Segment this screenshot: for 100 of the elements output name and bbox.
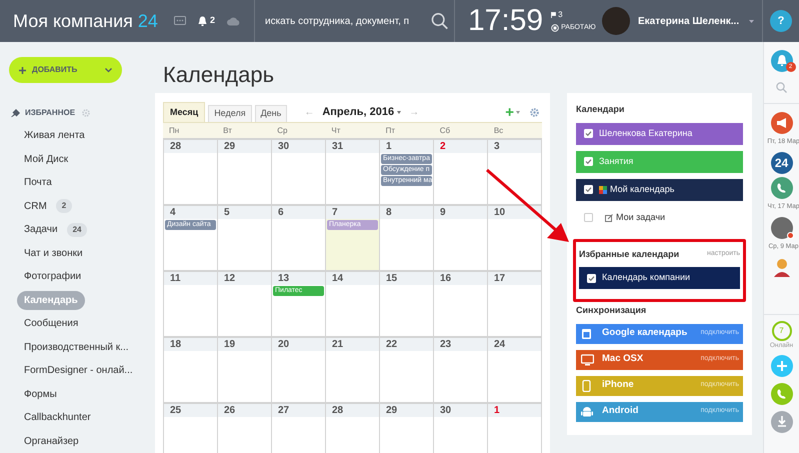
phone-icon[interactable]: [770, 176, 792, 199]
calendar-item[interactable]: Мой календарь: [576, 178, 743, 200]
plus-icon[interactable]: [770, 355, 792, 377]
day-cell[interactable]: 6: [272, 204, 326, 270]
company-logo[interactable]: Моя компания 24: [13, 8, 158, 34]
page-title: Календарь: [163, 61, 276, 89]
day-cell[interactable]: 24: [488, 336, 542, 402]
view-tab[interactable]: День: [254, 105, 288, 122]
day-number: 7: [326, 206, 379, 219]
day-cell[interactable]: 31: [326, 138, 380, 204]
day-cell[interactable]: 22: [380, 336, 434, 402]
search-icon[interactable]: [430, 12, 448, 30]
day-number: 28: [326, 404, 379, 417]
megaphone-icon[interactable]: [770, 112, 792, 134]
day-cell[interactable]: 11: [164, 270, 218, 336]
sidebar-item[interactable]: Формы: [17, 384, 64, 404]
chevron-down-icon: [105, 68, 112, 72]
calendar-icon: [581, 328, 594, 340]
day-number: 20: [272, 338, 325, 351]
month-selector[interactable]: Апрель, 2016: [322, 104, 402, 120]
sidebar-item[interactable]: Фотографии: [17, 267, 88, 286]
day-cell[interactable]: 10: [488, 204, 542, 270]
sidebar-item[interactable]: Задачи: [17, 220, 65, 240]
phone-icon[interactable]: [770, 383, 792, 405]
sidebar-item[interactable]: Органайзер: [17, 432, 86, 451]
day-cell[interactable]: 28: [326, 402, 380, 453]
day-number: 6: [272, 206, 325, 219]
day-cell[interactable]: 28: [164, 138, 218, 204]
day-cell[interactable]: 12: [218, 270, 272, 336]
weekday-label: Пт: [384, 125, 396, 137]
day-number: 9: [434, 206, 487, 219]
download-icon[interactable]: [770, 411, 792, 433]
day-number: 21: [326, 338, 379, 351]
day-cell[interactable]: 29: [380, 402, 434, 453]
day-cell[interactable]: 17: [488, 270, 542, 336]
sidebar-item[interactable]: Callbackhunter: [17, 408, 98, 428]
view-tab[interactable]: Неделя: [208, 105, 252, 122]
day-cell[interactable]: 8: [380, 204, 434, 270]
user-avatar[interactable]: [602, 7, 630, 35]
day-cell[interactable]: 27: [272, 402, 326, 453]
calendar-item[interactable]: Шеленкова Екатерина: [576, 122, 743, 144]
day-cell[interactable]: 30: [434, 402, 488, 453]
day-number: 19: [218, 338, 271, 351]
app-button[interactable]: 24: [770, 152, 792, 174]
day-cell[interactable]: 1: [488, 402, 542, 453]
day-cell[interactable]: 20: [272, 336, 326, 402]
chat-icon[interactable]: [174, 16, 186, 26]
day-cell[interactable]: 19: [218, 336, 272, 402]
day-cell[interactable]: 29: [218, 138, 272, 204]
day-cell[interactable]: 3: [488, 138, 542, 204]
calendar-name[interactable]: Мои задачи: [616, 210, 666, 224]
cloud-icon[interactable]: [226, 16, 240, 26]
bell-icon[interactable]: [198, 16, 207, 26]
calendar-item[interactable]: Календарь компании: [579, 267, 740, 289]
day-cell[interactable]: 23: [434, 336, 488, 402]
calendar-name: Мой календарь: [610, 182, 674, 196]
caret-icon: [397, 110, 402, 114]
search-field[interactable]: искать сотрудника, документ, п: [265, 14, 428, 28]
sidebar-item[interactable]: Мой Диск: [17, 150, 76, 169]
settings-icon[interactable]: [530, 108, 539, 116]
sidebar-item[interactable]: Сообщения: [17, 314, 86, 334]
day-number: 3: [488, 140, 541, 153]
day-cell[interactable]: 15: [380, 270, 434, 336]
robot-icon: [581, 406, 594, 418]
day-cell[interactable]: 9: [434, 204, 488, 270]
weekday-label: Вт: [222, 125, 233, 137]
day-number: 30: [272, 140, 325, 153]
caret-icon: [516, 110, 520, 114]
user-name[interactable]: Екатерина Шеленк...: [638, 14, 740, 28]
day-cell[interactable]: 26: [218, 402, 272, 453]
flag-count: 3: [558, 8, 563, 21]
sidebar-item[interactable]: CRM: [17, 196, 54, 216]
sidebar-item[interactable]: FormDesigner - онлай...: [17, 361, 140, 380]
day-cell[interactable]: 5: [218, 204, 272, 270]
caret-icon[interactable]: [749, 20, 754, 22]
weekday-label: Пн: [168, 125, 180, 137]
add-button[interactable]: ДОБАВИТЬ: [9, 57, 122, 83]
sidebar-item[interactable]: Производственный к...: [17, 338, 136, 357]
day-number: 1: [488, 404, 541, 417]
day-cell[interactable]: 30: [272, 138, 326, 204]
checkbox[interactable]: [584, 213, 593, 222]
day-cell[interactable]: 16: [434, 270, 488, 336]
day-cell[interactable]: 2: [434, 138, 488, 204]
section-title: Синхронизация: [576, 304, 648, 317]
sidebar-item[interactable]: Почта: [17, 173, 59, 192]
sidebar-item[interactable]: Живая лента: [17, 126, 92, 146]
view-tab[interactable]: Месяц: [163, 102, 206, 122]
weekday-label: Чт: [330, 125, 342, 137]
sidebar-item[interactable]: Чат и звонки: [17, 244, 90, 263]
flag-icon: [551, 12, 556, 18]
day-number: 10: [488, 206, 541, 219]
day-cell[interactable]: 21: [326, 336, 380, 402]
day-number: 11: [164, 272, 217, 285]
bell-icon[interactable]: [770, 50, 792, 72]
day-cell[interactable]: 14: [326, 270, 380, 336]
day-number: 5: [218, 206, 271, 219]
day-cell[interactable]: 18: [164, 336, 218, 402]
day-cell[interactable]: 25: [164, 402, 218, 453]
user-avatar[interactable]: [770, 216, 792, 238]
day-number: 2: [434, 140, 487, 153]
